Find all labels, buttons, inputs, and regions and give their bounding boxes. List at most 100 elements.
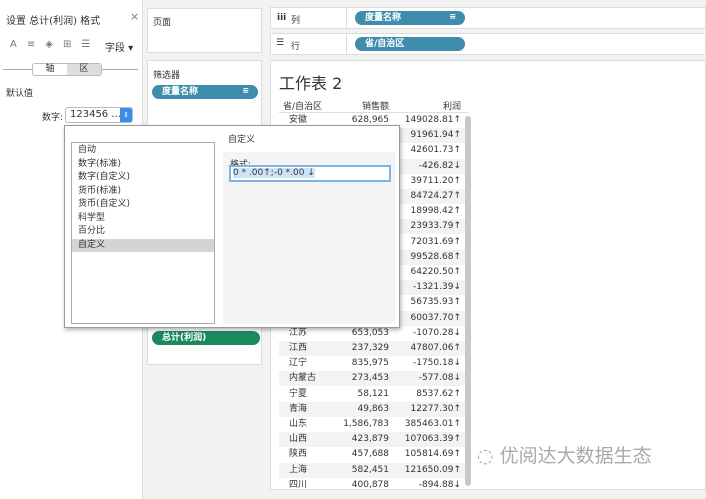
sort-icon: ≡ [242,85,249,97]
sales-cell: 400,878 [352,478,389,493]
sales-cell: 582,451 [352,463,389,478]
province-cell: 山西 [289,432,307,447]
default-label: 默认值 [6,86,33,99]
borders-icon[interactable]: ⊞ [63,39,71,50]
marks-pill-profit-total[interactable]: 总计(利润) [152,331,260,345]
pages-label: 页面 [153,15,171,28]
table-row[interactable]: 江苏 653,053 -1070.28↓ [279,326,469,341]
sales-cell: 273,453 [352,371,389,386]
profit-cell: -1321.39↓ [413,280,461,295]
province-cell: 陕西 [289,447,307,462]
filter-pill-label: 度量名称 [162,87,198,97]
table-row[interactable]: 内蒙古 273,453 -577.08↓ [279,371,469,386]
province-cell: 内蒙古 [289,371,316,386]
sales-cell: 1,586,783 [343,417,389,432]
number-format-dialog: 自动数字(标准)数字(自定义)货币(标准)货币(自定义)科学型百分比自定义 自定… [64,125,400,328]
font-icon[interactable]: A [10,39,17,50]
province-cell: 江西 [289,341,307,356]
number-format-select[interactable]: 123456 ... ⇕ [65,107,133,123]
format-input[interactable]: 0 * .00↑;-0 *.00 ↓ [229,165,391,182]
profit-cell: -1070.28↓ [413,326,461,341]
section-label: 自定义 [228,132,255,145]
table-row[interactable]: 四川 400,878 -894.88↓ [279,478,469,493]
tab-axis[interactable]: 轴 [33,64,67,75]
lines-icon[interactable]: ☰ [81,39,90,50]
format-type-item[interactable]: 科学型 [72,212,214,226]
format-type-item[interactable]: 自动 [72,144,214,158]
sales-cell: 49,863 [358,402,390,417]
profit-cell: 149028.81↑ [405,113,461,128]
profit-cell: 84724.27↑ [411,189,461,204]
profit-cell: -1750.18↓ [413,356,461,371]
sales-cell: 58,121 [358,387,390,402]
format-type-item[interactable]: 数字(自定义) [72,171,214,185]
rows-icon: ☰ [276,38,284,48]
sales-cell: 237,329 [352,341,389,356]
profit-cell: 72031.69↑ [411,235,461,250]
profit-cell: 385463.01↑ [405,417,461,432]
profit-cell: 18998.42↑ [411,204,461,219]
table-row[interactable]: 青海49,86312277.30↑ [279,402,469,417]
table-header: 省/自治区 销售额 利润 [279,97,469,113]
profit-cell: 42601.73↑ [411,143,461,158]
sales-cell: 423,879 [352,432,389,447]
filter-pill[interactable]: 度量名称 ≡ [152,85,258,99]
profit-cell: 60037.70↑ [411,311,461,326]
columns-label: 列 [291,13,300,26]
profit-cell: -894.88↓ [419,478,461,493]
format-type-item[interactable]: 货币(标准) [72,185,214,199]
profit-cell: 91961.94↑ [411,128,461,143]
columns-icon: iii [277,13,286,23]
watermark: ◌ 优阅达大数据生态 [477,441,652,468]
alignment-icon[interactable]: ≡ [27,39,35,50]
format-type-item[interactable]: 数字(标准) [72,158,214,172]
number-format-value: 123456 ... [70,109,121,120]
format-type-item[interactable]: 百分比 [72,225,214,239]
table-row[interactable]: 上海 582,451 121650.09↑ [279,463,469,478]
table-row[interactable]: 江西237,32947807.06↑ [279,341,469,356]
profit-cell: 121650.09↑ [405,463,461,478]
header-profit[interactable]: 利润 [443,99,461,112]
header-sales[interactable]: 销售额 [362,99,389,112]
table-row[interactable]: 辽宁 835,975 -1750.18↓ [279,356,469,371]
table-row[interactable]: 陕西 457,688 105814.69↑ [279,447,469,462]
province-cell: 辽宁 [289,356,307,371]
watermark-text: 优阅达大数据生态 [500,445,652,467]
table-row[interactable]: 山东 1,586,783 385463.01↑ [279,417,469,432]
header-province[interactable]: 省/自治区 [283,99,322,112]
profit-cell: -426.82↓ [419,159,461,174]
profit-cell: 8537.62↑ [416,387,461,402]
columns-pill-label: 度量名称 [365,13,401,23]
rows-pill[interactable]: 省/自治区 [355,37,465,51]
rows-label: 行 [291,39,300,52]
format-input-value: 0 * .00↑;-0 *.00 ↓ [233,168,315,178]
sales-cell: 457,688 [352,447,389,462]
sales-cell: 835,975 [352,356,389,371]
close-icon[interactable]: × [130,10,139,23]
filters-label: 筛选器 [153,68,180,81]
scrollbar[interactable] [465,116,471,486]
sheet-title: 工作表 2 [279,70,342,94]
province-cell: 宁夏 [289,387,307,402]
table-row[interactable]: 宁夏 58,121 8537.62↑ [279,387,469,402]
profit-cell: 64220.50↑ [411,265,461,280]
pages-card: 页面 [147,8,262,53]
profit-cell: -577.08↓ [419,371,461,386]
table-row[interactable]: 山西423,879107063.39↑ [279,432,469,447]
sales-cell: 653,053 [352,326,389,341]
province-cell: 江苏 [289,326,307,341]
fields-dropdown[interactable]: 字段 ▾ [105,39,133,54]
province-cell: 四川 [289,478,307,493]
province-cell: 山东 [289,417,307,432]
rows-shelf: ☰ 行 省/自治区 [270,33,706,55]
shading-icon[interactable]: ◈ [45,39,53,50]
columns-shelf: iii 列 度量名称≡ [270,7,706,29]
tab-pane[interactable]: 区 [67,64,101,75]
columns-pill[interactable]: 度量名称≡ [355,11,465,25]
format-type-item[interactable]: 自定义 [72,239,214,253]
province-cell: 上海 [289,463,307,478]
profit-cell: 39711.20↑ [411,174,461,189]
province-cell: 青海 [289,402,307,417]
profit-cell: 105814.69↑ [405,447,461,462]
format-type-item[interactable]: 货币(自定义) [72,198,214,212]
